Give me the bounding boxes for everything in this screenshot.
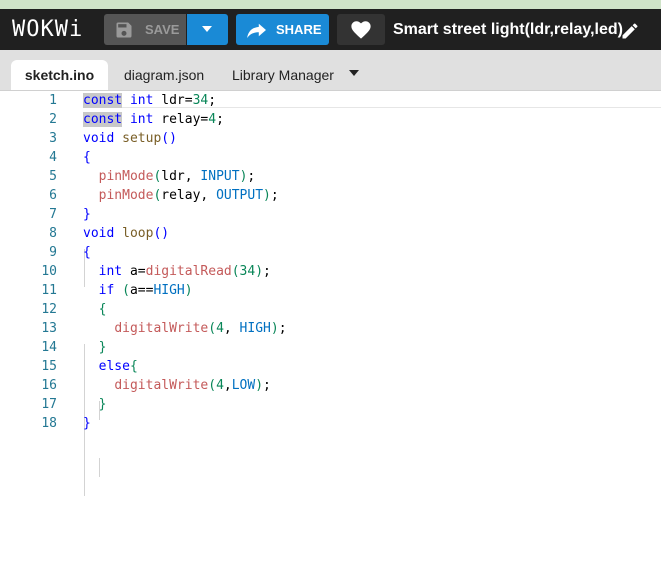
- code-line: 11 if (a==HIGH): [0, 281, 661, 300]
- floppy-disk-icon: [116, 22, 132, 38]
- code-text: void loop(): [83, 226, 170, 241]
- line-number: 10: [41, 264, 57, 279]
- line-number: 6: [49, 188, 57, 203]
- tab-menu-caret-down-icon[interactable]: [349, 70, 359, 76]
- code-line: 5 pinMode(ldr, INPUT);: [0, 167, 661, 186]
- code-line: 3 void setup(): [0, 129, 661, 148]
- code-text: int a=digitalRead(34);: [98, 264, 271, 279]
- line-number: 4: [49, 150, 57, 165]
- code-text: }: [83, 416, 91, 431]
- code-text: {: [98, 302, 107, 317]
- code-line: 1 const int ldr=34;: [0, 91, 661, 110]
- share-button[interactable]: SHARE: [236, 14, 329, 45]
- code-text: void setup(): [83, 131, 177, 146]
- code-text: pinMode(ldr, INPUT);: [98, 169, 256, 184]
- like-button[interactable]: [337, 14, 385, 45]
- share-label: SHARE: [276, 22, 322, 37]
- code-line: 12 {: [0, 300, 661, 319]
- line-number: 15: [41, 359, 57, 374]
- line-number: 1: [49, 93, 57, 108]
- code-line: 8 void loop(): [0, 224, 661, 243]
- code-line: 9 {: [0, 243, 661, 262]
- line-number: 7: [49, 207, 57, 222]
- code-line: 6 pinMode(relay, OUTPUT);: [0, 186, 661, 205]
- indent-guide: [99, 458, 100, 477]
- code-editor[interactable]: 1 const int ldr=34; 2 const int relay=4;…: [0, 91, 661, 576]
- code-line: 18 }: [0, 414, 661, 433]
- code-text: }: [98, 397, 107, 412]
- code-line: 10 int a=digitalRead(34);: [0, 262, 661, 281]
- line-number: 2: [49, 112, 57, 127]
- line-number: 8: [49, 226, 57, 241]
- tab-library-manager[interactable]: Library Manager: [232, 60, 334, 90]
- code-text: digitalWrite(4,LOW);: [114, 378, 271, 393]
- code-line: 17 }: [0, 395, 661, 414]
- line-number: 18: [41, 416, 57, 431]
- code-text: else{: [98, 359, 138, 374]
- code-text: }: [98, 340, 107, 355]
- heart-icon: [351, 21, 371, 39]
- line-number: 11: [41, 283, 57, 298]
- project-title[interactable]: Smart street light(ldr,relay,led): [393, 9, 623, 50]
- code-text: {: [83, 150, 91, 165]
- code-text: if (a==HIGH): [98, 283, 193, 298]
- pencil-icon[interactable]: [620, 21, 640, 41]
- code-line: 7 }: [0, 205, 661, 224]
- code-line: 2 const int relay=4;: [0, 110, 661, 129]
- code-text: pinMode(relay, OUTPUT);: [98, 188, 279, 203]
- save-label: SAVE: [145, 22, 180, 37]
- line-number: 16: [41, 378, 57, 393]
- code-line: 15 else{: [0, 357, 661, 376]
- code-text: const int relay=4;: [83, 112, 224, 127]
- code-line: 16 digitalWrite(4,LOW);: [0, 376, 661, 395]
- tab-sketch-ino[interactable]: sketch.ino: [11, 60, 108, 90]
- caret-down-icon: [202, 26, 212, 32]
- wokwi-logo[interactable]: WOKWi: [12, 12, 83, 47]
- code-line: 14 }: [0, 338, 661, 357]
- save-options-dropdown[interactable]: [187, 14, 228, 45]
- code-text: }: [83, 207, 91, 222]
- code-text: const int ldr=34;: [83, 93, 217, 108]
- share-arrow-icon: [247, 23, 266, 39]
- code-text: digitalWrite(4, HIGH);: [114, 321, 287, 336]
- line-number: 14: [41, 340, 57, 355]
- code-line: 13 digitalWrite(4, HIGH);: [0, 319, 661, 338]
- line-number: 17: [41, 397, 57, 412]
- line-number: 13: [41, 321, 57, 336]
- line-number: 3: [49, 131, 57, 146]
- app-header: WOKWi SAVE SHARE Smart street light(ldr,…: [0, 9, 661, 50]
- line-number: 12: [41, 302, 57, 317]
- code-line: 4 {: [0, 148, 661, 167]
- top-strip: [0, 0, 661, 9]
- code-text: {: [83, 245, 91, 260]
- line-number: 5: [49, 169, 57, 184]
- line-number: 9: [49, 245, 57, 260]
- tab-diagram-json[interactable]: diagram.json: [124, 60, 204, 90]
- save-button[interactable]: SAVE: [104, 14, 186, 45]
- editor-tab-bar: sketch.ino diagram.json Library Manager: [0, 50, 661, 91]
